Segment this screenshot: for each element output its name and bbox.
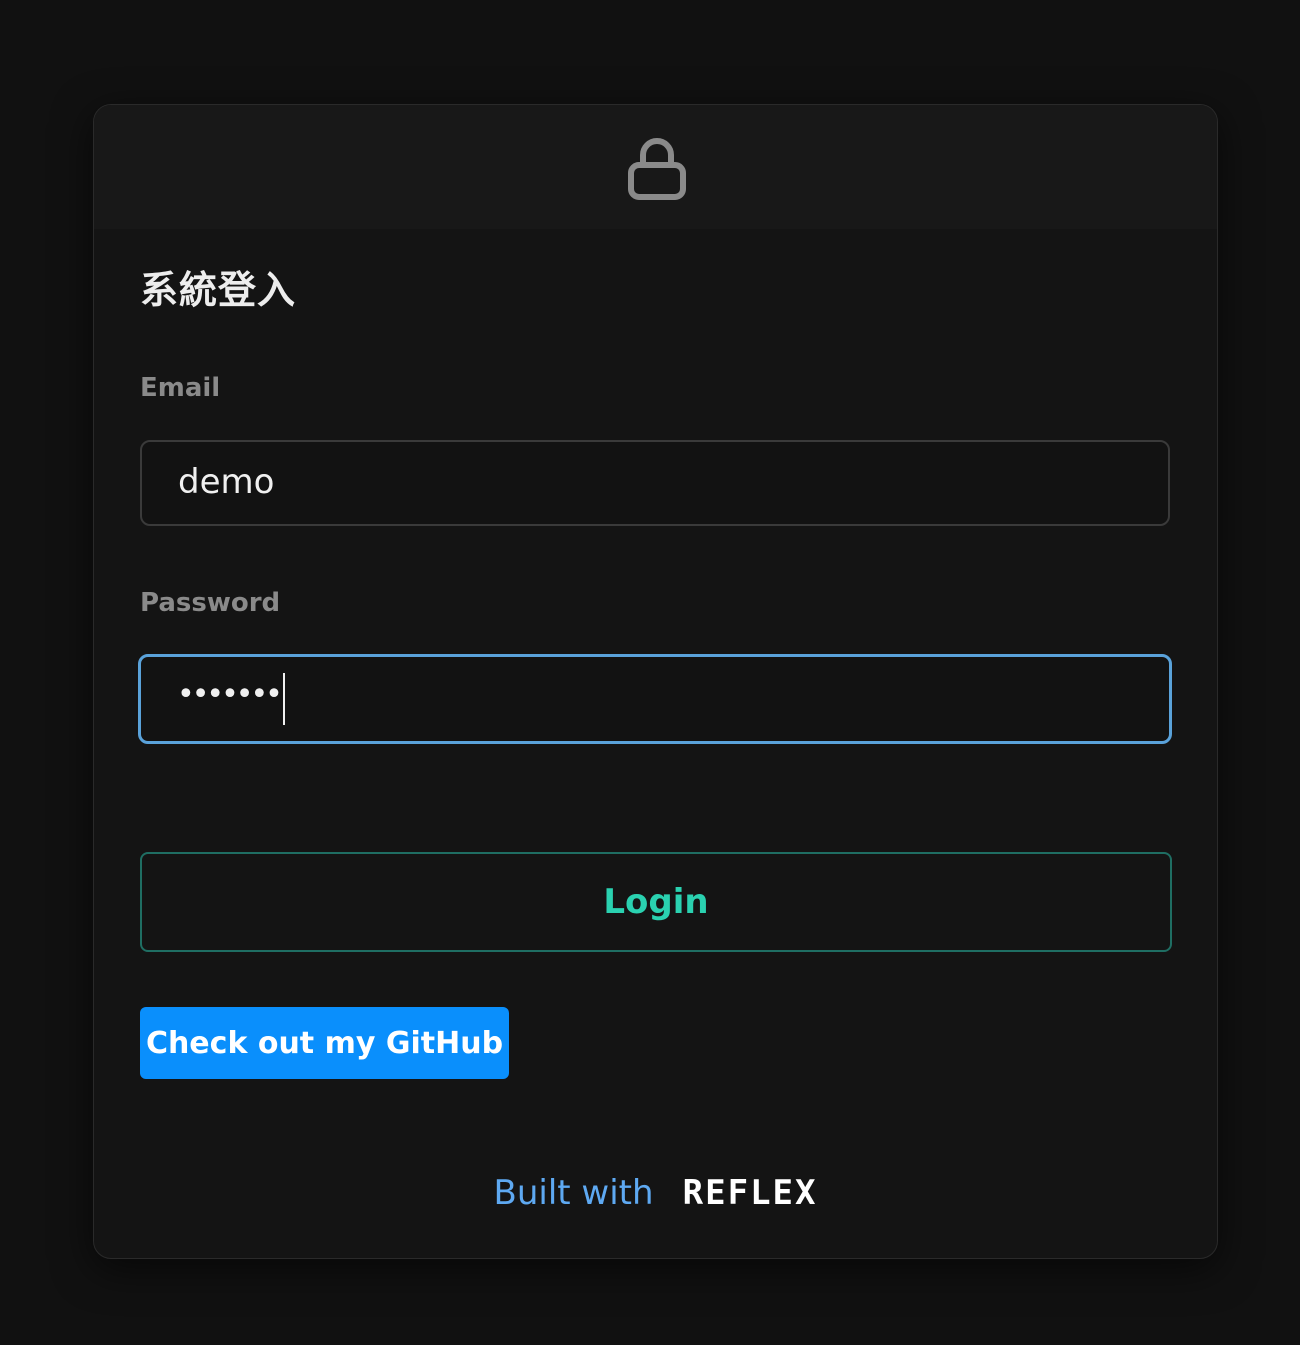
email-field[interactable]: demo: [140, 440, 1170, 526]
login-button[interactable]: Login: [140, 852, 1172, 952]
footer: Built with REFLEX: [94, 1173, 1217, 1223]
email-value: demo: [178, 462, 275, 502]
password-value: •••••••: [177, 677, 283, 712]
reflex-logo[interactable]: REFLEX: [683, 1173, 818, 1213]
page-title: 系統登入: [140, 268, 297, 312]
password-field[interactable]: •••••••: [138, 654, 1172, 744]
built-with-link[interactable]: Built with: [494, 1173, 654, 1213]
login-card: 系統登入 Email demo Password ••••••• Login C…: [93, 104, 1218, 1259]
text-caret: [283, 673, 285, 725]
lock-icon: [628, 138, 686, 200]
password-label: Password: [140, 588, 281, 618]
github-button[interactable]: Check out my GitHub: [140, 1007, 509, 1079]
card-header: [94, 105, 1217, 229]
email-label: Email: [140, 373, 221, 403]
